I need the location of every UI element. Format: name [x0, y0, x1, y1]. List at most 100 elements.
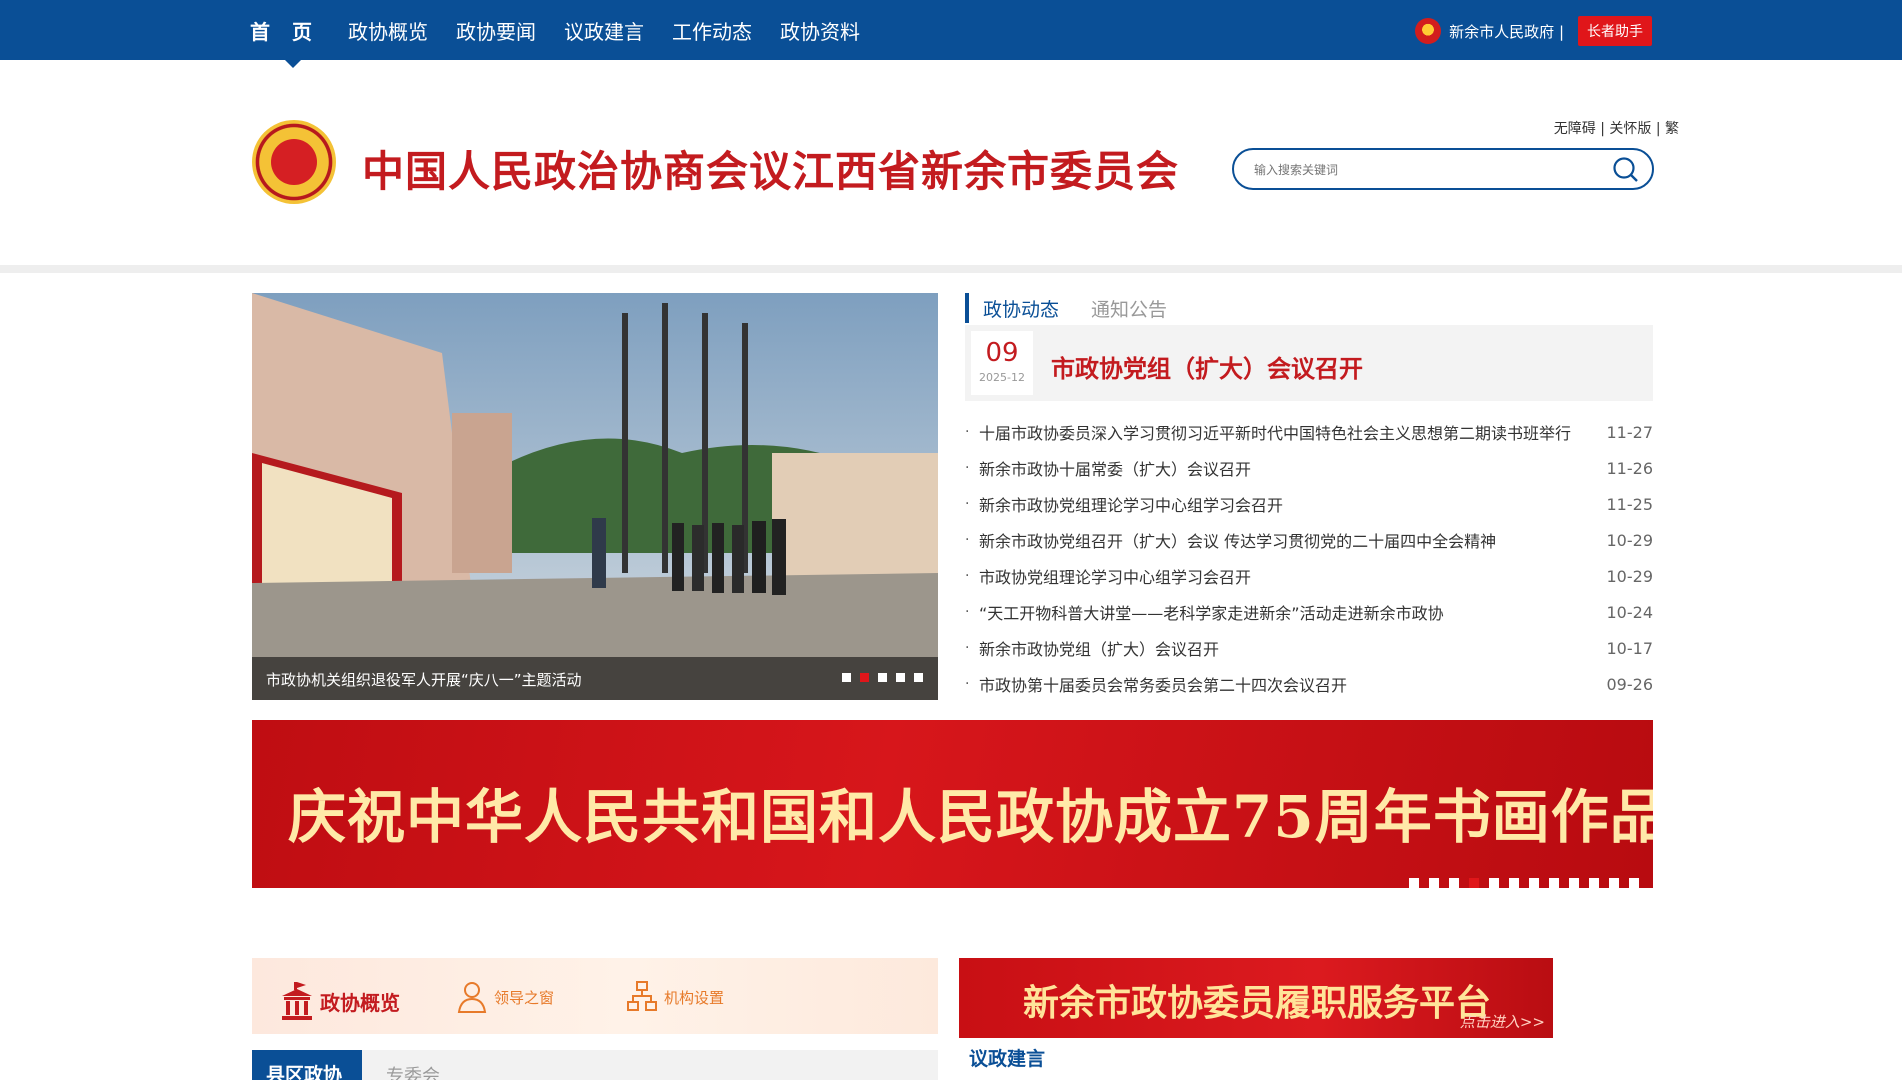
news-item-title[interactable]: 新余市政协十届常委（扩大）会议召开 [979, 456, 1603, 480]
news-item-date: 10-29 [1606, 530, 1654, 550]
nav-work-updates[interactable]: 工作动态 [672, 16, 752, 45]
banner-dot[interactable] [1569, 878, 1579, 888]
news-bullet: · [965, 460, 970, 476]
banner-dots [1399, 878, 1639, 888]
banner-dot[interactable] [1409, 878, 1419, 888]
tab-cppcc-updates[interactable]: 政协动态 [983, 295, 1059, 322]
tab-leaders[interactable]: 领导之窗 [456, 980, 554, 1014]
banner-text: 庆祝中华人民共和国和人民政协成立75周年书画作品展 [288, 783, 1653, 851]
slide-caption[interactable]: 市政协机关组织退役军人开展“庆八一”主题活动 [266, 669, 582, 690]
news-bullet: · [965, 604, 970, 620]
slide-dot[interactable] [896, 673, 905, 682]
news-item-date: 10-29 [1606, 566, 1654, 586]
news-item-title[interactable]: 新余市政协党组（扩大）会议召开 [979, 636, 1603, 660]
news-item-date: 10-24 [1606, 602, 1654, 622]
news-item[interactable]: · 新余市政协党组召开（扩大）会议 传达学习贯彻党的二十届四中全会精神 10-29 [965, 522, 1653, 558]
overview-tabs: 政协概览 领导之窗 机构设置 [252, 958, 938, 1034]
subtab-county-cppcc[interactable]: 县区政协 [252, 1050, 362, 1080]
news-tabs: 政协动态 通知公告 [965, 293, 1653, 323]
national-emblem-icon [1415, 18, 1442, 44]
nav-materials[interactable]: 政协资料 [780, 16, 860, 45]
news-item-date: 10-17 [1606, 638, 1654, 658]
platform-enter-link[interactable]: 点击进入>> [1460, 1011, 1545, 1032]
org-chart-icon [627, 981, 657, 1011]
banner-dot[interactable] [1589, 878, 1599, 888]
news-bullet: · [965, 640, 970, 656]
banner-dot[interactable] [1429, 878, 1439, 888]
page: 首页 政协概览 政协要闻 议政建言 工作动态 政协资料 新余市人民政府 | 长者… [0, 0, 1902, 1080]
slide-dot[interactable] [842, 673, 851, 682]
news-item-date: 11-27 [1606, 422, 1654, 442]
cppcc-logo[interactable] [252, 120, 336, 204]
search-icon[interactable] [1612, 156, 1640, 184]
news-bullet: · [965, 424, 970, 440]
featured-year-month: 2025-12 [979, 371, 1025, 384]
tab-notices[interactable]: 通知公告 [1091, 295, 1167, 322]
news-bullet: · [965, 568, 970, 584]
news-item-title[interactable]: 十届市政协委员深入学习贯彻习近平新时代中国特色社会主义思想第二期读书班举行 [979, 420, 1603, 444]
featured-title[interactable]: 市政协党组（扩大）会议召开 [1051, 349, 1363, 384]
news-list: · 十届市政协委员深入学习贯彻习近平新时代中国特色社会主义思想第二期读书班举行 11… [965, 414, 1653, 702]
photo-slideshow[interactable]: 市政协机关组织退役军人开展“庆八一”主题活动 [252, 293, 938, 700]
slide-dot[interactable] [860, 673, 869, 682]
news-item[interactable]: · 市政协党组理论学习中心组学习会召开 10-29 [965, 558, 1653, 594]
banner-dot[interactable] [1449, 878, 1459, 888]
news-bullet: · [965, 532, 970, 548]
elder-assistant-button[interactable]: 长者助手 [1578, 16, 1652, 46]
banner-dot[interactable] [1489, 878, 1499, 888]
subtab-committees[interactable]: 专委会 [386, 1062, 440, 1080]
news-item-title[interactable]: 市政协党组理论学习中心组学习会召开 [979, 564, 1603, 588]
top-navigation-bar: 首页 政协概览 政协要闻 议政建言 工作动态 政协资料 新余市人民政府 | 长者… [0, 0, 1902, 60]
banner-dot[interactable] [1609, 878, 1619, 888]
slide-dot[interactable] [878, 673, 887, 682]
exhibition-banner[interactable]: 庆祝中华人民共和国和人民政协成立75周年书画作品展 [252, 720, 1653, 888]
slide-caption-bar: 市政协机关组织退役军人开展“庆八一”主题活动 [252, 657, 938, 700]
news-item[interactable]: · 十届市政协委员深入学习贯彻习近平新时代中国特色社会主义思想第二期读书班举行 11… [965, 414, 1653, 450]
news-item-title[interactable]: “天工开物科普大讲堂——老科学家走进新余”活动走进新余市政协 [979, 600, 1603, 624]
banner-dot[interactable] [1469, 878, 1479, 888]
news-item[interactable]: · 市政协第十届委员会常务委员会第二十四次会议召开 09-26 [965, 666, 1653, 702]
featured-news[interactable]: 09 2025-12 市政协党组（扩大）会议召开 [965, 325, 1653, 401]
news-item-date: 11-26 [1606, 458, 1654, 478]
tab-indicator-bar [965, 293, 969, 323]
search-input[interactable] [1252, 159, 1592, 181]
person-icon [457, 982, 487, 1013]
member-service-platform-banner[interactable]: 新余市政协委员履职服务平台 点击进入>> [959, 958, 1553, 1038]
tab-overview[interactable]: 政协概览 [280, 982, 400, 1020]
news-item[interactable]: · “天工开物科普大讲堂——老科学家走进新余”活动走进新余市政协 10-24 [965, 594, 1653, 630]
city-government-link[interactable]: 新余市人民政府 | [1449, 21, 1564, 42]
tab-leaders-label: 领导之窗 [494, 988, 555, 1007]
news-bullet: · [965, 676, 970, 692]
nav-proposals[interactable]: 议政建言 [564, 16, 644, 45]
tab-organization-label: 机构设置 [664, 988, 725, 1007]
featured-date: 09 2025-12 [971, 331, 1033, 395]
news-panel: 政协动态 通知公告 09 2025-12 市政协党组（扩大）会议召开 · 十届市政… [965, 293, 1653, 703]
nav-home[interactable]: 首页 [250, 16, 334, 45]
banner-dot[interactable] [1629, 878, 1639, 888]
platform-title: 新余市政协委员履职服务平台 [1023, 983, 1492, 1024]
news-item[interactable]: · 新余市政协党组（扩大）会议召开 10-17 [965, 630, 1653, 666]
banner-dot[interactable] [1509, 878, 1519, 888]
nav-news[interactable]: 政协要闻 [456, 16, 536, 45]
nav-overview[interactable]: 政协概览 [348, 16, 428, 45]
banner-dot[interactable] [1549, 878, 1559, 888]
news-item-title[interactable]: 市政协第十届委员会常务委员会第二十四次会议召开 [979, 672, 1603, 696]
news-item-date: 11-25 [1606, 494, 1654, 514]
news-item-title[interactable]: 新余市政协党组召开（扩大）会议 传达学习贯彻党的二十届四中全会精神 [979, 528, 1603, 552]
featured-day: 09 [985, 338, 1019, 368]
news-item[interactable]: · 新余市政协十届常委（扩大）会议召开 11-26 [965, 450, 1653, 486]
site-title: 中国人民政治协商会议江西省新余市委员会 [362, 147, 1180, 196]
slide-photo [252, 293, 938, 700]
banner-dot[interactable] [1529, 878, 1539, 888]
logo-center [271, 139, 317, 185]
slide-dot[interactable] [914, 673, 923, 682]
building-icon [282, 982, 312, 1020]
news-item[interactable]: · 新余市政协党组理论学习中心组学习会召开 11-25 [965, 486, 1653, 522]
news-item-title[interactable]: 新余市政协党组理论学习中心组学习会召开 [979, 492, 1603, 516]
tab-organization[interactable]: 机构设置 [626, 980, 724, 1014]
accessibility-links[interactable]: 无障碍 | 关怀版 | 繁 [1554, 118, 1679, 138]
proposals-section-title[interactable]: 议政建言 [969, 1044, 1045, 1071]
active-nav-caret [283, 58, 303, 68]
main-nav: 首页 政协概览 政协要闻 议政建言 工作动态 政协资料 [250, 0, 888, 60]
header-divider [0, 265, 1902, 273]
